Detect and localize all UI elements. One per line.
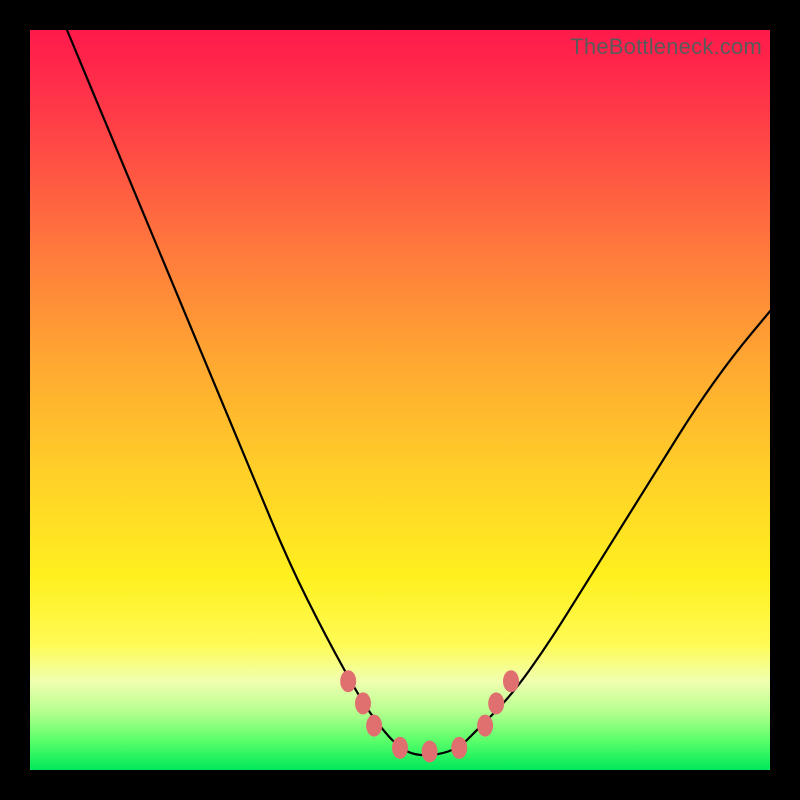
bottleneck-curve — [67, 30, 770, 755]
curve-marker — [477, 715, 493, 737]
chart-frame: TheBottleneck.com — [0, 0, 800, 800]
curve-marker — [422, 741, 438, 763]
curve-svg — [30, 30, 770, 770]
curve-marker — [503, 670, 519, 692]
plot-area: TheBottleneck.com — [30, 30, 770, 770]
curve-marker — [366, 715, 382, 737]
curve-marker — [355, 692, 371, 714]
curve-marker — [340, 670, 356, 692]
curve-marker — [488, 692, 504, 714]
curve-marker — [392, 737, 408, 759]
curve-marker — [451, 737, 467, 759]
